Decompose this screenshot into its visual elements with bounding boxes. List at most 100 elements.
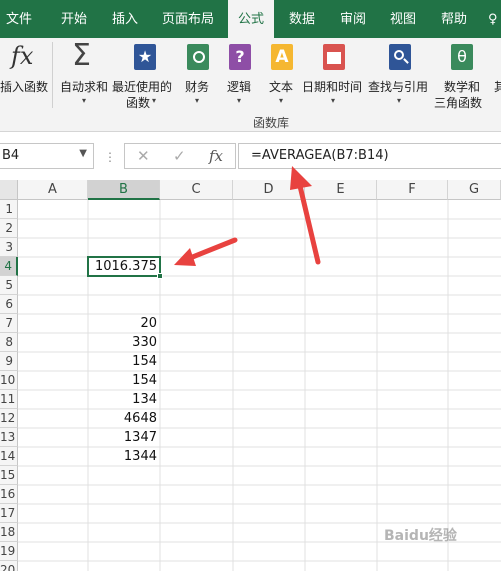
chevron-down-icon: ▾ (195, 96, 200, 105)
autosum-label: 自动求和 (60, 80, 109, 94)
theta-book-icon: θ (451, 44, 473, 70)
cancel-icon[interactable]: ✕ (137, 147, 150, 165)
tab-home[interactable]: 开始 (61, 0, 87, 38)
tab-tell-me[interactable]: ♀ (488, 0, 498, 38)
cell-b7[interactable]: 20 (88, 314, 160, 333)
formula-bar-splitter[interactable]: ⋮ (104, 150, 116, 164)
recently-used-button[interactable]: ★ 最近使用的 函数 ▾ (112, 38, 176, 132)
column-header-g[interactable]: G (448, 180, 501, 200)
formula-text: =AVERAGEA(B7:B14) (251, 148, 389, 163)
row-header-4[interactable]: 4 (0, 257, 18, 276)
more-functions-label: 其 (494, 80, 501, 94)
row-header-2[interactable]: 2 (0, 219, 18, 238)
excel-window: 文件 开始 插入 页面布局 公式 数据 审阅 视图 帮助 ♀ fx 插入函数 Σ… (0, 0, 501, 571)
fill-handle[interactable] (157, 273, 163, 279)
column-header-f[interactable]: F (377, 180, 448, 200)
letter-a-book-icon: A (271, 44, 293, 70)
cell-b9[interactable]: 154 (88, 352, 160, 371)
autosum-button[interactable]: Σ 自动求和 ▾ (58, 38, 110, 132)
row-header-18[interactable]: 18 (0, 523, 18, 542)
sigma-icon: Σ (72, 38, 91, 73)
magnifier-book-icon (389, 44, 411, 70)
cell-b13[interactable]: 1347 (88, 428, 160, 447)
chevron-down-icon: ▾ (82, 96, 87, 105)
logical-label: 逻辑 (227, 80, 252, 94)
fx-icon: fx (11, 42, 34, 70)
row-header-10[interactable]: 10 (0, 371, 18, 390)
chevron-down-icon: ▾ (397, 96, 402, 105)
insert-function-button[interactable]: fx 插入函数 (0, 38, 50, 132)
tab-view[interactable]: 视图 (390, 0, 416, 38)
row-header-19[interactable]: 19 (0, 542, 18, 561)
formula-bar: B4 ▼ ⋮ ✕ ✓ fx =AVERAGEA(B7:B14) (0, 132, 501, 180)
lookup-reference-button[interactable]: 查找与引用 ▾ (368, 38, 432, 132)
column-header-b[interactable]: B (88, 180, 160, 200)
fx-icon[interactable]: fx (209, 147, 223, 165)
recently-used-label2: 函数 (126, 96, 151, 110)
financial-button[interactable]: 财务 ▾ (180, 38, 216, 132)
chevron-down-icon: ▾ (331, 96, 336, 105)
tab-insert[interactable]: 插入 (112, 0, 138, 38)
column-header-c[interactable]: C (160, 180, 233, 200)
math-trig-label1: 数学和 (444, 80, 481, 94)
date-time-button[interactable]: 日期和时间 ▾ (302, 38, 366, 132)
row-header-3[interactable]: 3 (0, 238, 18, 257)
cell-b12[interactable]: 4648 (88, 409, 160, 428)
ribbon-separator (52, 42, 53, 108)
active-cell-border[interactable] (87, 256, 163, 279)
recently-used-label1: 最近使用的 (112, 80, 173, 94)
cell-b10[interactable]: 154 (88, 371, 160, 390)
row-header-8[interactable]: 8 (0, 333, 18, 352)
tab-help[interactable]: 帮助 (441, 0, 467, 38)
watermark: Baidu经验 (384, 528, 457, 544)
tab-formulas[interactable]: 公式 (228, 0, 275, 39)
row-header-1[interactable]: 1 (0, 200, 18, 219)
select-all-corner[interactable] (0, 180, 18, 200)
cell-b11[interactable]: 134 (88, 390, 160, 409)
coins-book-icon (187, 44, 209, 70)
row-header-9[interactable]: 9 (0, 352, 18, 371)
chevron-down-icon: ▾ (237, 96, 242, 105)
lookup-reference-label: 查找与引用 (368, 80, 429, 94)
row-header-11[interactable]: 11 (0, 390, 18, 409)
date-time-label: 日期和时间 (302, 80, 363, 94)
math-trig-button[interactable]: θ 数学和 三角函数 (434, 38, 490, 132)
tab-page-layout[interactable]: 页面布局 (162, 0, 214, 38)
column-header-d[interactable]: D (233, 180, 305, 200)
cell-b14[interactable]: 1344 (88, 447, 160, 466)
cell-b8[interactable]: 330 (88, 333, 160, 352)
math-trig-label2: 三角函数 (434, 96, 483, 110)
name-box[interactable]: B4 ▼ (0, 143, 94, 169)
ribbon-formulas: fx 插入函数 Σ 自动求和 ▾ ★ 最近使用的 函数 ▾ 财务 ▾ ? 逻辑 … (0, 38, 501, 132)
row-header-20[interactable]: 20 (0, 561, 18, 571)
enter-icon[interactable]: ✓ (173, 147, 186, 165)
star-book-icon: ★ (134, 44, 156, 70)
calendar-book-icon (323, 44, 345, 70)
function-library-group-label: 函数库 (253, 116, 290, 130)
name-box-value: B4 (2, 148, 20, 163)
row-header-16[interactable]: 16 (0, 485, 18, 504)
tab-review[interactable]: 审阅 (340, 0, 366, 38)
financial-label: 财务 (185, 80, 210, 94)
tab-data[interactable]: 数据 (289, 0, 315, 38)
column-header-e[interactable]: E (305, 180, 377, 200)
tab-file[interactable]: 文件 (6, 0, 32, 38)
row-header-17[interactable]: 17 (0, 504, 18, 523)
row-header-12[interactable]: 12 (0, 409, 18, 428)
chevron-down-icon: ▾ (152, 96, 157, 105)
more-functions-button[interactable]: 其 (494, 38, 501, 132)
text-functions-label: 文本 (269, 80, 294, 94)
ribbon-tab-bar: 文件 开始 插入 页面布局 公式 数据 审阅 视图 帮助 ♀ (0, 0, 501, 39)
formula-input[interactable]: =AVERAGEA(B7:B14) (238, 143, 501, 169)
row-header-6[interactable]: 6 (0, 295, 18, 314)
row-header-7[interactable]: 7 (0, 314, 18, 333)
chevron-down-icon[interactable]: ▼ (79, 148, 87, 159)
formula-buttons: ✕ ✓ fx (124, 143, 236, 169)
chevron-down-icon: ▾ (279, 96, 284, 105)
row-header-13[interactable]: 13 (0, 428, 18, 447)
column-header-a[interactable]: A (18, 180, 88, 200)
question-book-icon: ? (229, 44, 251, 70)
row-header-5[interactable]: 5 (0, 276, 18, 295)
row-header-15[interactable]: 15 (0, 466, 18, 485)
row-header-14[interactable]: 14 (0, 447, 18, 466)
